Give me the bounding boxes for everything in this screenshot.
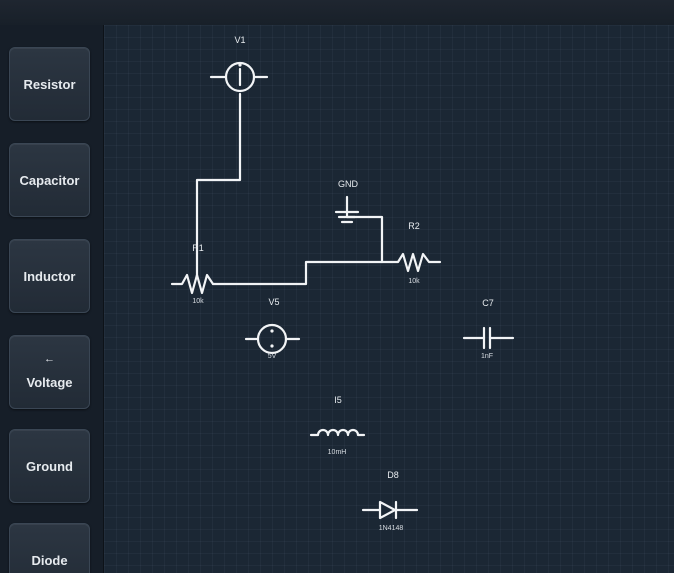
i5-label: I5: [334, 395, 342, 405]
schematic-editor-screen: Resistor Capacitor Inductor ← Voltage Gr…: [0, 0, 674, 573]
resistor-button-label: Resistor: [23, 76, 76, 92]
diode-d8[interactable]: D8 1N4148: [361, 470, 419, 532]
schematic-drawing: V1 GND R1 10k R2 10k V5 5V C7 1nF I5 10m…: [170, 35, 515, 532]
d8-value: 1N4148: [379, 525, 404, 532]
gnd-label: GND: [338, 179, 359, 189]
r1-label: R1: [192, 243, 204, 253]
wire-r1-to-r2[interactable]: [211, 260, 393, 286]
c7-label: C7: [482, 298, 494, 308]
capacitor-button-label: Capacitor: [19, 172, 80, 188]
d8-label: D8: [387, 470, 399, 480]
top-bar: [0, 0, 674, 25]
r1-value: 10k: [192, 298, 204, 305]
c7-value: 1nF: [481, 353, 493, 360]
inductor-i5[interactable]: I5 10mH: [309, 395, 366, 456]
component-palette: Resistor Capacitor Inductor ← Voltage Gr…: [0, 25, 104, 573]
r2-value: 10k: [408, 278, 420, 285]
resistor-r1[interactable]: R1 10k: [170, 243, 215, 305]
inductor-button[interactable]: Inductor: [9, 239, 90, 313]
v1-label: V1: [234, 35, 245, 45]
voltage-source-v1[interactable]: V1: [209, 35, 269, 93]
arrow-left-icon: ←: [44, 353, 55, 365]
voltage-button[interactable]: ← Voltage: [9, 335, 90, 409]
v5-value: 5V: [268, 353, 277, 360]
schematic-canvas[interactable]: V1 GND R1 10k R2 10k V5 5V C7 1nF I5 10m…: [104, 25, 674, 573]
diode-button-label: Diode: [31, 552, 68, 568]
resistor-r2[interactable]: R2 10k: [389, 221, 442, 285]
i5-value: 10mH: [328, 449, 347, 456]
v5-label: V5: [268, 297, 279, 307]
wire-gnd-to-node[interactable]: [345, 215, 384, 264]
voltage-source-v5[interactable]: V5 5V: [244, 297, 301, 360]
r2-label: R2: [408, 221, 420, 231]
resistor-button[interactable]: Resistor: [9, 47, 90, 121]
voltage-button-label: Voltage: [26, 375, 73, 390]
ground-button-label: Ground: [26, 458, 73, 474]
capacitor-button[interactable]: Capacitor: [9, 143, 90, 217]
capacitor-c7[interactable]: C7 1nF: [462, 298, 515, 360]
ground-button[interactable]: Ground: [9, 429, 90, 503]
inductor-button-label: Inductor: [23, 268, 76, 284]
diode-button[interactable]: Diode: [9, 523, 90, 573]
ground-symbol[interactable]: GND: [334, 179, 360, 224]
